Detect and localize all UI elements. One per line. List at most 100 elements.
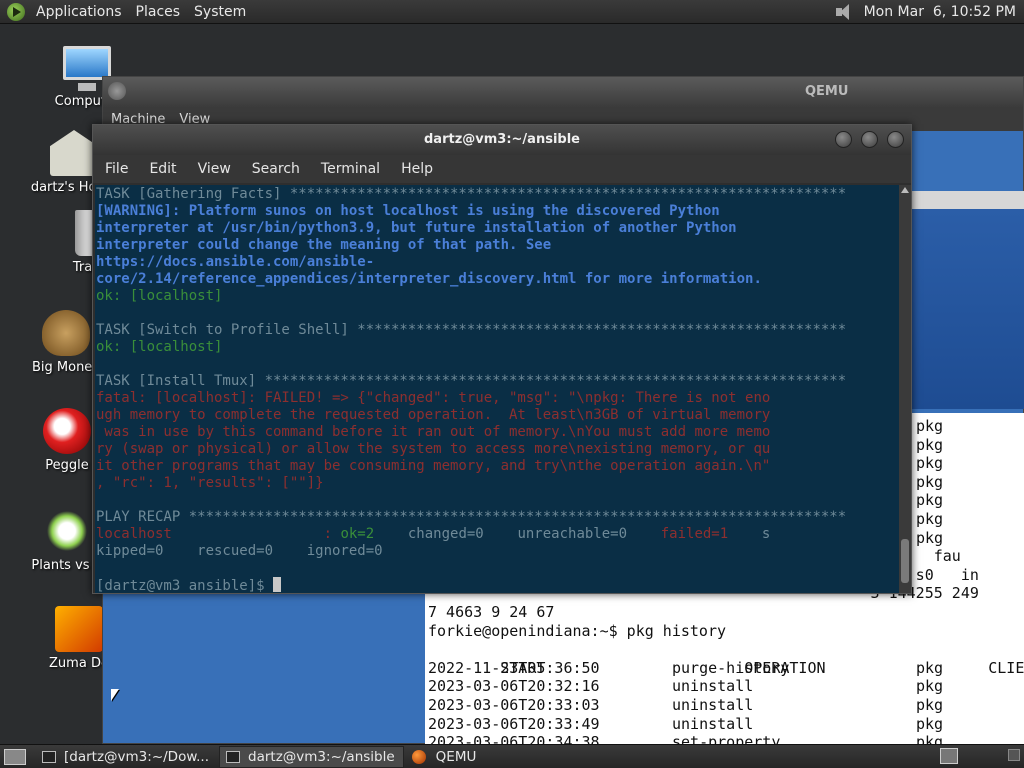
window-menu-button[interactable] xyxy=(108,82,126,100)
qemu-title: QEMU xyxy=(805,84,849,99)
terminal-line: [WARNING]: Platform sunos on host localh… xyxy=(96,203,720,219)
cell: pkg xyxy=(916,454,944,473)
history-header: STARTOPERATIONCLIENT xyxy=(425,640,1024,677)
terminal-line: https://docs.ansible.com/ansible- xyxy=(96,254,375,270)
volume-icon[interactable] xyxy=(835,3,856,21)
terminal-line: core/2.14/reference_appendices/interpret… xyxy=(96,271,762,287)
terminal-prompt[interactable]: [dartz@vm3 ansible]$ xyxy=(95,577,901,593)
recap-ok: ok=2 xyxy=(340,526,375,542)
cell: uninstall xyxy=(672,714,754,733)
peggle-icon xyxy=(43,408,91,454)
taskbar-item-label: dartz@vm3:~/ansible xyxy=(248,748,395,765)
terminal-line: fatal: [localhost]: FAILED! => {"changed… xyxy=(96,390,771,406)
terminal-line: 7 4663 9 24 67 xyxy=(428,602,555,621)
qemu-icon xyxy=(411,749,426,764)
cell: 2023-03-06T20:33:03 xyxy=(428,695,600,714)
maximize-button[interactable] xyxy=(861,131,878,148)
cell: pkg xyxy=(916,714,944,733)
terminal-scrollbar[interactable] xyxy=(899,185,911,593)
clock[interactable]: Mon Mar 6, 10:52 PM xyxy=(864,4,1016,20)
terminal-line: interpreter at /usr/bin/python3.9, but f… xyxy=(96,220,737,236)
menu-file[interactable]: File xyxy=(105,161,128,177)
cell: 2022-11-23T05:36:50 xyxy=(428,658,600,677)
terminal-line: interpreter could change the meaning of … xyxy=(96,237,552,253)
cell: pkg xyxy=(916,528,944,547)
terminal-icon xyxy=(226,750,241,763)
taskbar-item-downloads-terminal[interactable]: [dartz@vm3:~/Dow... xyxy=(36,746,217,768)
cell: purge-history xyxy=(672,658,790,677)
menu-applications[interactable]: Applications xyxy=(29,4,129,20)
plants-icon xyxy=(43,508,91,554)
taskbar-item-label: QEMU xyxy=(435,748,477,765)
text-cursor xyxy=(273,577,282,592)
close-button[interactable] xyxy=(887,131,904,148)
cell: pkg xyxy=(916,509,944,528)
mouse-pointer-icon xyxy=(111,689,119,701)
menu-terminal[interactable]: Terminal xyxy=(321,161,380,177)
terminal-line: TASK [Switch to Profile Shell] *********… xyxy=(96,322,847,338)
scroll-up-arrow-icon[interactable] xyxy=(901,187,909,193)
cell: pkg xyxy=(916,695,944,714)
terminal-line: forkie@openindiana:~$ pkg history xyxy=(428,621,727,640)
recap-failed: failed=1 xyxy=(660,526,729,542)
terminal-title: dartz@vm3:~/ansible xyxy=(424,132,580,147)
menu-view[interactable]: View xyxy=(198,161,231,177)
terminal-line: kipped=0 rescued=0 ignored=0 xyxy=(96,543,383,559)
terminal-line: PLAY RECAP *****************************… xyxy=(96,509,847,525)
terminal-line: ok: [localhost] xyxy=(96,288,223,304)
taskbar-item-qemu[interactable]: QEMU xyxy=(406,746,485,768)
history-row: 2023-03-06T20:32:16 uninstall pkg xyxy=(425,677,1024,696)
terminal-line: ry (swap or physical) or allow the syste… xyxy=(96,441,771,457)
cell: pkg xyxy=(916,491,944,510)
cell: uninstall xyxy=(672,695,754,714)
zuma-icon xyxy=(55,606,103,652)
terminal-menubar: File Edit View Search Terminal Help xyxy=(93,155,911,183)
top-panel: Applications Places System Mon Mar 6, 10… xyxy=(0,0,1024,24)
terminal-icon xyxy=(42,750,56,763)
terminal-line: it other programs that may be consuming … xyxy=(96,458,771,474)
minimize-button[interactable] xyxy=(835,131,852,148)
cell: pkg xyxy=(916,435,944,454)
applications-icon[interactable] xyxy=(7,2,25,21)
cell: pkg xyxy=(916,472,944,491)
menu-places[interactable]: Places xyxy=(129,4,188,20)
recap-host: localhost : xyxy=(96,526,341,542)
menu-system[interactable]: System xyxy=(187,4,253,20)
cell: pkg xyxy=(916,677,944,696)
terminal-titlebar[interactable]: dartz@vm3:~/ansible xyxy=(93,125,911,155)
terminal-line: ugh memory to complete the requested ope… xyxy=(96,407,771,423)
terminal-window: dartz@vm3:~/ansible File Edit View Searc… xyxy=(92,124,912,594)
taskbar-item-ansible-terminal[interactable]: dartz@vm3:~/ansible xyxy=(219,745,404,768)
scrollbar-thumb[interactable] xyxy=(901,539,909,583)
trash-applet-icon[interactable] xyxy=(1008,749,1020,761)
terminal-line: localhost : ok=2 changed=0 unreachable=0… xyxy=(95,526,901,543)
big-money-icon xyxy=(42,310,90,356)
cell: pkg xyxy=(916,417,944,435)
header-client: CLIENT xyxy=(988,658,1024,677)
menu-help[interactable]: Help xyxy=(401,161,433,177)
terminal-line: was in use by this command before it ran… xyxy=(96,424,771,440)
history-row: 2022-11-23T05:36:50 purge-history pkg xyxy=(425,659,1024,678)
menu-edit[interactable]: Edit xyxy=(149,161,176,177)
workspace-switcher[interactable] xyxy=(940,748,958,764)
cell: 2023-03-06T20:32:16 xyxy=(428,677,600,696)
history-row: 2023-03-06T20:33:49 uninstall pkg xyxy=(425,715,1024,734)
terminal-line: , "rc": 1, "results": [""]} xyxy=(96,475,324,491)
terminal-line: ok: [localhost] xyxy=(96,339,223,355)
recap-tail: s xyxy=(728,526,771,542)
recap-mid: changed=0 unreachable=0 xyxy=(374,526,661,542)
show-desktop-button[interactable] xyxy=(4,748,26,765)
terminal-output[interactable]: TASK [Gathering Facts] *****************… xyxy=(95,185,901,593)
qemu-titlebar[interactable]: QEMU xyxy=(103,77,1023,107)
taskbar-item-label: [dartz@vm3:~/Dow... xyxy=(64,748,210,765)
cell: uninstall xyxy=(672,677,754,696)
cell: pkg xyxy=(916,658,944,677)
cell: 2023-03-06T20:33:49 xyxy=(428,714,600,733)
home-folder-icon xyxy=(50,130,98,176)
menu-search[interactable]: Search xyxy=(252,161,300,177)
guest-desktop xyxy=(911,209,1024,409)
